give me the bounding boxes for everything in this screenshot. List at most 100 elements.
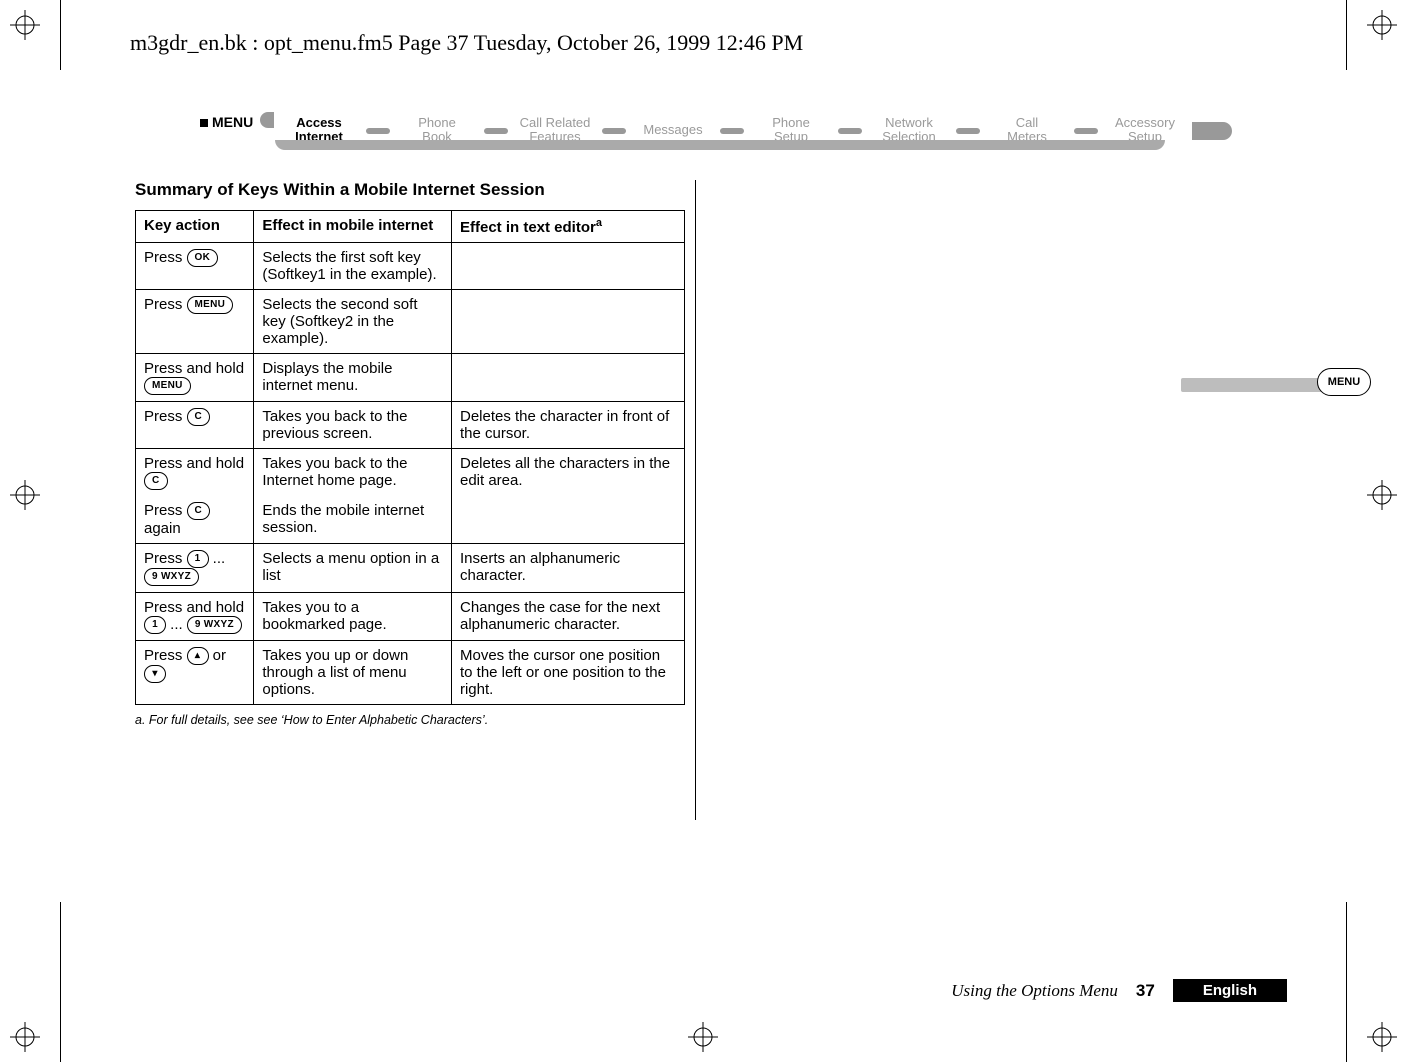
cell-mobile-effect: Takes you back to the Internet home page… (254, 449, 452, 497)
cell-editor-effect: Inserts an alphanumeric character. (451, 544, 684, 593)
col-header-action: Key action (136, 211, 254, 243)
keycap-icon: 9 WXYZ (144, 568, 199, 586)
cell-mobile-effect: Displays the mobile internet menu. (254, 354, 452, 402)
cell-mobile-effect: Selects the second soft key (Softkey2 in… (254, 290, 452, 354)
cell-editor-effect (451, 354, 684, 402)
keycap-icon: 1 (144, 616, 166, 634)
ribbon-item-top: Phone (772, 116, 810, 130)
action-prefix: Press (144, 502, 187, 519)
cell-editor-effect: Deletes all the characters in the edit a… (451, 449, 684, 497)
action-prefix: Press and hold (144, 360, 244, 377)
ribbon-item-top: Phone (418, 116, 456, 130)
cell-mobile-effect: Ends the mobile internet session. (254, 496, 452, 544)
cell-editor-effect: Changes the case for the next alphanumer… (451, 593, 684, 641)
table-row: Press and hold 1 ... 9 WXYZTakes you to … (136, 593, 685, 641)
col-header-mobile: Effect in mobile internet (254, 211, 452, 243)
ribbon-connector-icon (602, 128, 626, 134)
crop-rule (60, 0, 61, 70)
menu-tag: MENU (200, 114, 253, 130)
crop-rule (60, 902, 61, 1062)
col-header-editor-sup: a (596, 217, 602, 229)
table-row: Press ▴ or ▾Takes you up or down through… (136, 641, 685, 705)
ribbon-cap-right-icon (1192, 122, 1232, 140)
action-prefix: Press (144, 550, 187, 567)
ribbon-connector-icon (484, 128, 508, 134)
crop-rule (1346, 0, 1347, 70)
col-header-editor-text: Effect in text editor (460, 219, 596, 236)
action-prefix: Press (144, 249, 187, 266)
footer-page-number: 37 (1136, 981, 1155, 1001)
cell-key-action: Press 1 ... 9 WXYZ (136, 544, 254, 593)
ribbon-item-top: Call Related (520, 116, 591, 130)
cell-editor-effect: Moves the cursor one position to the lef… (451, 641, 684, 705)
cell-mobile-effect: Takes you up or down through a list of m… (254, 641, 452, 705)
ribbon-connector-icon (1074, 128, 1098, 134)
cell-editor-effect (451, 243, 684, 290)
thumb-tab-menu: MENU (1317, 368, 1371, 396)
table-row: Press CTakes you back to the previous sc… (136, 402, 685, 449)
cell-editor-effect (451, 290, 684, 354)
cell-key-action: Press OK (136, 243, 254, 290)
key-summary-table: Key action Effect in mobile internet Eff… (135, 210, 685, 705)
crop-mark-icon (1367, 10, 1397, 40)
cell-editor-effect (451, 496, 684, 544)
cell-key-action: Press and hold C (136, 449, 254, 497)
cell-key-action: Press ▴ or ▾ (136, 641, 254, 705)
keycap-icon: 9 WXYZ (187, 616, 242, 634)
ribbon-item-top: Messages (643, 123, 702, 137)
ribbon-item-top: Accessory (1115, 116, 1175, 130)
keycap-icon: OK (187, 249, 219, 267)
footer-language-badge: English (1173, 979, 1287, 1002)
crop-mark-icon (1367, 1022, 1397, 1052)
cell-key-action: Press C again (136, 496, 254, 544)
ribbon-connector-icon (838, 128, 862, 134)
action-prefix: Press (144, 408, 187, 425)
cell-key-action: Press and hold 1 ... 9 WXYZ (136, 593, 254, 641)
col-header-editor: Effect in text editora (451, 211, 684, 243)
crop-mark-icon (10, 10, 40, 40)
cell-key-action: Press C (136, 402, 254, 449)
section-heading: Summary of Keys Within a Mobile Internet… (135, 180, 685, 200)
ribbon-item: Messages (626, 123, 720, 137)
ribbon-item-top: Call (1016, 116, 1038, 130)
crop-mark-icon (1367, 480, 1397, 510)
cell-editor-effect: Deletes the character in front of the cu… (451, 402, 684, 449)
table-row: Press MENUSelects the second soft key (S… (136, 290, 685, 354)
ribbon-connector-icon (956, 128, 980, 134)
ribbon-base (275, 140, 1165, 150)
keycap-icon: ▾ (144, 665, 166, 683)
table-row: Press 1 ... 9 WXYZSelects a menu option … (136, 544, 685, 593)
cell-mobile-effect: Takes you to a bookmarked page. (254, 593, 452, 641)
keycap-icon: C (144, 472, 168, 490)
keycap-icon: MENU (144, 377, 191, 395)
keycap-icon: ▴ (187, 647, 209, 665)
crop-mark-icon (10, 1022, 40, 1052)
page-header-line: m3gdr_en.bk : opt_menu.fm5 Page 37 Tuesd… (130, 30, 803, 56)
crop-rule (1346, 902, 1347, 1062)
cell-key-action: Press and hold MENU (136, 354, 254, 402)
cell-mobile-effect: Selects the first soft key (Softkey1 in … (254, 243, 452, 290)
table-row: Press C againEnds the mobile internet se… (136, 496, 685, 544)
footer-section-title: Using the Options Menu (951, 981, 1118, 1001)
page-footer: Using the Options Menu 37 English (951, 979, 1287, 1002)
keycap-icon: C (187, 502, 211, 520)
ribbon-connector-icon (366, 128, 390, 134)
ribbon-item-top: Access (296, 116, 342, 130)
table-row: Press and hold MENUDisplays the mobile i… (136, 354, 685, 402)
ribbon-connector-icon (720, 128, 744, 134)
action-prefix: Press and hold (144, 599, 244, 616)
table-footnote: a. For full details, see see ‘How to Ent… (153, 713, 685, 727)
action-prefix: Press (144, 296, 187, 313)
action-joiner: ... (209, 550, 226, 567)
keycap-icon: MENU (187, 296, 234, 314)
action-suffix: again (144, 520, 181, 537)
cell-key-action: Press MENU (136, 290, 254, 354)
action-joiner: or (209, 647, 227, 664)
keycap-icon: 1 (187, 550, 209, 568)
table-row: Press and hold CTakes you back to the In… (136, 449, 685, 497)
crop-mark-icon (688, 1022, 718, 1052)
action-prefix: Press (144, 647, 187, 664)
menu-ribbon: MENU AccessInternetPhoneBookCall Related… (200, 100, 1190, 160)
cell-mobile-effect: Takes you back to the previous screen. (254, 402, 452, 449)
action-prefix: Press and hold (144, 455, 244, 472)
